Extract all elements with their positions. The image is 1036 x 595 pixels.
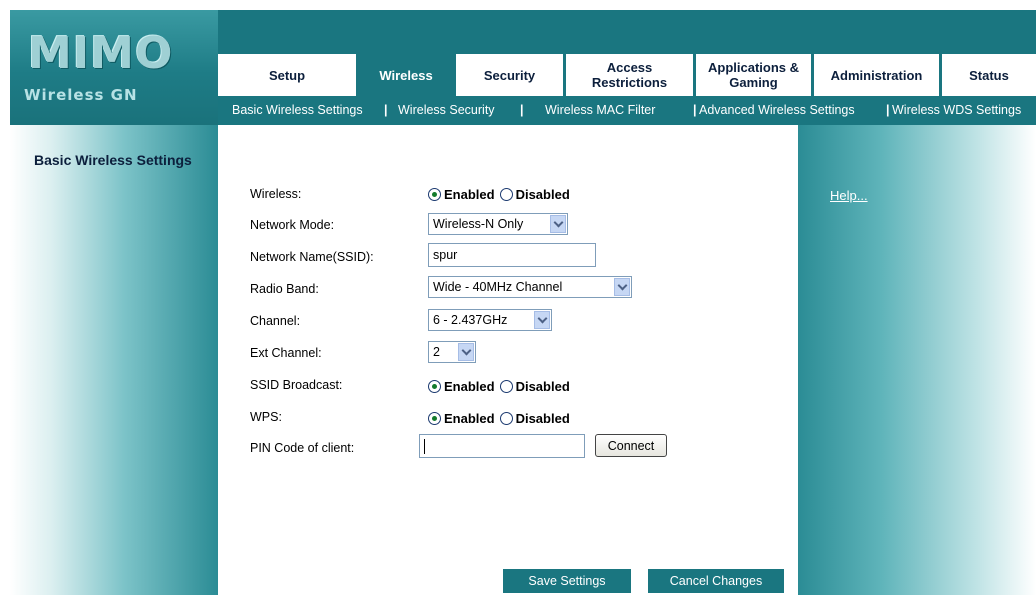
pin-code-label: PIN Code of client: (250, 441, 355, 455)
ext-channel-select[interactable]: 2 (428, 341, 476, 363)
subnav-separator: | (886, 103, 890, 117)
ssid-input[interactable]: spur (428, 243, 596, 267)
pin-code-input[interactable] (419, 434, 585, 458)
subnav-wireless-wds-settings[interactable]: Wireless WDS Settings (892, 96, 1021, 125)
router-admin-page: MIMO Wireless GN Setup Wireless Security… (10, 10, 1036, 595)
tab-access-restrictions-label: Access Restrictions (591, 60, 668, 90)
tab-status-label: Status (969, 67, 1009, 83)
network-mode-value: Wireless-N Only (433, 217, 524, 231)
wireless-enabled-label[interactable]: Enabled (444, 187, 495, 202)
logo-title: MIMO (28, 28, 174, 79)
subnav-advanced-wireless-settings[interactable]: Advanced Wireless Settings (699, 96, 855, 125)
tab-access-restrictions[interactable]: Access Restrictions (563, 54, 693, 96)
main-tabs: Setup Wireless Security Access Restricti… (218, 54, 1036, 96)
subnav-separator: | (384, 103, 388, 117)
wireless-enabled-radio[interactable] (428, 188, 441, 201)
channel-value: 6 - 2.437GHz (433, 313, 508, 327)
chevron-down-icon[interactable] (534, 311, 550, 329)
save-settings-button[interactable]: Save Settings (503, 569, 631, 593)
wps-label: WPS: (250, 410, 282, 424)
ext-channel-value: 2 (433, 345, 440, 359)
ssid-label: Network Name(SSID): (250, 250, 374, 264)
left-panel: Basic Wireless Settings (10, 125, 218, 595)
tab-wireless[interactable]: Wireless (356, 54, 453, 96)
ssid-broadcast-radio-group: Enabled Disabled (428, 379, 575, 394)
subnav-wireless-security[interactable]: Wireless Security (398, 96, 495, 125)
text-cursor (424, 439, 425, 454)
tab-security-label: Security (483, 67, 536, 83)
tab-wireless-label: Wireless (379, 67, 433, 83)
radio-band-select[interactable]: Wide - 40MHz Channel (428, 276, 632, 298)
ssid-broadcast-enabled-radio[interactable] (428, 380, 441, 393)
tab-status[interactable]: Status (939, 54, 1036, 96)
network-mode-select[interactable]: Wireless-N Only (428, 213, 568, 235)
wps-disabled-radio[interactable] (499, 412, 513, 425)
channel-select[interactable]: 6 - 2.437GHz (428, 309, 552, 331)
tab-administration-label: Administration (830, 67, 923, 83)
subnav-separator: | (693, 103, 697, 117)
tab-setup-label: Setup (268, 67, 306, 83)
ssid-broadcast-enabled-label[interactable]: Enabled (444, 379, 495, 394)
help-link[interactable]: Help... (830, 188, 868, 203)
wps-radio-group: Enabled Disabled (428, 411, 575, 426)
header-bar (218, 10, 1036, 54)
wireless-radio-group: Enabled Disabled (428, 187, 575, 202)
cancel-changes-button[interactable]: Cancel Changes (648, 569, 784, 593)
tab-applications-gaming-label: Applications & Gaming (707, 60, 799, 90)
right-panel: Help... (798, 125, 1036, 595)
wps-disabled-label[interactable]: Disabled (516, 411, 570, 426)
subnav-basic-wireless-settings[interactable]: Basic Wireless Settings (232, 96, 363, 125)
chevron-down-icon[interactable] (614, 278, 630, 296)
subnav-wireless-mac-filter[interactable]: Wireless MAC Filter (545, 96, 655, 125)
ext-channel-label: Ext Channel: (250, 346, 322, 360)
wireless-disabled-radio[interactable] (499, 188, 513, 201)
subnav-separator: | (520, 103, 524, 117)
wps-enabled-radio[interactable] (428, 412, 441, 425)
tab-security[interactable]: Security (453, 54, 563, 96)
radio-band-value: Wide - 40MHz Channel (433, 280, 563, 294)
wireless-disabled-label[interactable]: Disabled (516, 187, 570, 202)
ssid-value: spur (433, 248, 458, 262)
tab-applications-gaming[interactable]: Applications & Gaming (693, 54, 811, 96)
chevron-down-icon[interactable] (550, 215, 566, 233)
ssid-broadcast-disabled-radio[interactable] (499, 380, 513, 393)
tab-administration[interactable]: Administration (811, 54, 939, 96)
connect-button[interactable]: Connect (595, 434, 667, 457)
page-title: Basic Wireless Settings (34, 152, 192, 168)
logo: MIMO Wireless GN (10, 10, 218, 125)
tab-setup[interactable]: Setup (218, 54, 356, 96)
network-mode-label: Network Mode: (250, 218, 335, 232)
ssid-broadcast-disabled-label[interactable]: Disabled (516, 379, 570, 394)
wps-enabled-label[interactable]: Enabled (444, 411, 495, 426)
channel-label: Channel: (250, 314, 301, 328)
logo-subtitle: Wireless GN (24, 86, 138, 104)
wireless-label: Wireless: (250, 187, 302, 201)
radio-band-label: Radio Band: (250, 282, 319, 296)
chevron-down-icon[interactable] (458, 343, 474, 361)
sub-navigation: Basic Wireless Settings | Wireless Secur… (218, 96, 1036, 125)
ssid-broadcast-label: SSID Broadcast: (250, 378, 343, 392)
